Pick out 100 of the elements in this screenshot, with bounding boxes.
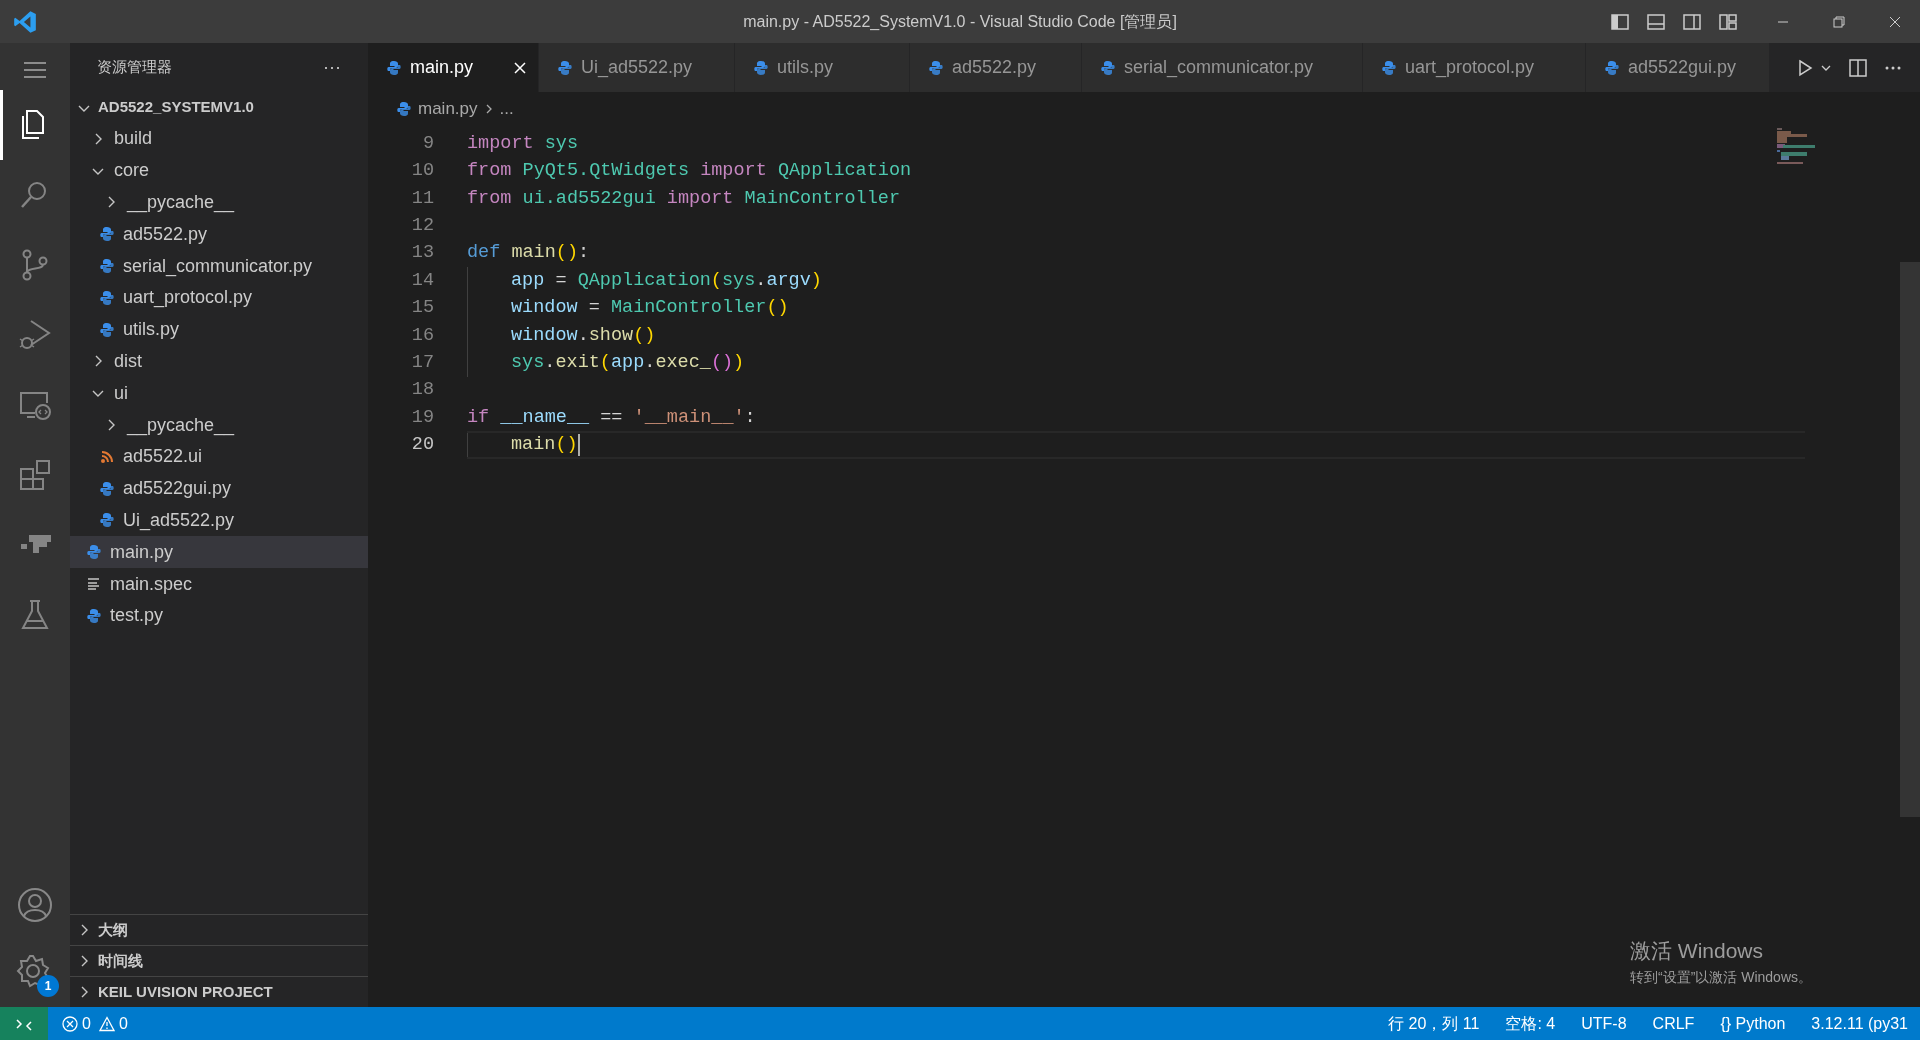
code-line: from ui.ad5522gui import MainController — [467, 186, 900, 211]
window-title: main.py - AD5522_SystemV1.0 - Visual Studio Code [管理员] — [743, 11, 1177, 32]
python-file-icon — [99, 289, 115, 306]
split-editor-icon[interactable] — [1848, 57, 1868, 78]
warning-icon — [98, 1015, 115, 1032]
code-line: if __name__ == '__main__': — [467, 405, 756, 430]
more-actions-icon[interactable] — [1884, 64, 1902, 71]
status-item[interactable]: 空格: 4 — [1505, 1011, 1556, 1036]
python-file-icon — [1381, 59, 1397, 76]
error-icon — [62, 1015, 78, 1032]
settings-icon[interactable] — [15, 953, 51, 989]
editor-tab[interactable]: uart_protocol.py — [1363, 43, 1586, 92]
tree-item[interactable]: __pycache__ — [70, 409, 368, 441]
extensions-icon[interactable] — [17, 457, 53, 493]
panel-header[interactable]: 时间线 — [70, 945, 368, 976]
tree-item[interactable]: ad5522.py — [70, 218, 368, 251]
remote-button[interactable] — [0, 1007, 48, 1040]
python-file-icon — [386, 59, 402, 76]
python-file-icon — [928, 59, 944, 76]
editor-tab[interactable]: Ui_ad5522.py — [539, 43, 735, 92]
status-item[interactable]: UTF-8 — [1581, 1011, 1627, 1036]
editor-tab[interactable]: ad5522.py — [910, 43, 1082, 92]
tree-item[interactable]: Ui_ad5522.py — [70, 504, 368, 537]
tree-item[interactable]: AD5522_SYSTEMV1.0 — [70, 92, 368, 123]
tree-item[interactable]: uart_protocol.py — [70, 282, 368, 314]
code-line: def main(): — [467, 241, 590, 266]
line-number: 15 — [410, 296, 434, 321]
status-item[interactable]: 行 20，列 11 — [1388, 1011, 1480, 1036]
python-file-icon — [1100, 59, 1116, 76]
status-item[interactable]: 3.12.11 (py31 — [1811, 1011, 1908, 1036]
status-item[interactable]: CRLF — [1652, 1011, 1695, 1036]
editor-tab[interactable]: ad5522gui.py — [1586, 43, 1770, 92]
python-file-icon — [99, 226, 115, 243]
tree-item[interactable]: main.py — [70, 536, 368, 569]
python-file-icon — [99, 512, 115, 529]
tree-item[interactable]: serial_communicator.py — [70, 250, 368, 282]
code-line: window.show() — [511, 323, 656, 348]
tree-item[interactable]: core — [70, 154, 368, 187]
python-file-icon — [86, 544, 102, 561]
layout-grid-icon[interactable] — [1718, 11, 1738, 32]
line-number: 16 — [410, 323, 434, 348]
notification-badge: 1 — [37, 975, 59, 997]
python-file-icon — [99, 258, 115, 275]
text-cursor — [577, 434, 580, 456]
line-number: 18 — [410, 378, 434, 403]
tree-item[interactable]: build — [70, 123, 368, 155]
line-number: 13 — [410, 241, 434, 266]
python-file-icon — [99, 321, 115, 338]
code-line: from PyQt5.QtWidgets import QApplication — [467, 159, 912, 184]
python-file-icon — [1604, 59, 1620, 76]
tree-item[interactable]: ad5522gui.py — [70, 472, 368, 505]
rss-file-icon — [99, 448, 115, 465]
panel-layout-icon[interactable] — [1646, 11, 1666, 32]
app-logo-icon — [12, 8, 38, 35]
close-icon[interactable] — [512, 59, 528, 76]
activation-notice-title: 激活 Windows — [1630, 938, 1765, 964]
line-number: 10 — [410, 159, 434, 184]
code-line: main() — [511, 433, 580, 458]
problems-button[interactable]: 0 0 — [62, 1011, 128, 1036]
tree-item[interactable]: dist — [70, 345, 368, 378]
panel-header[interactable]: 大纲 — [70, 914, 368, 945]
tree-item[interactable]: __pycache__ — [70, 186, 368, 219]
tree-item[interactable]: test.py — [70, 599, 368, 632]
editor-tab[interactable]: utils.py — [735, 43, 910, 92]
editor-tab[interactable]: main.py — [368, 43, 539, 92]
activation-notice-text: 转到“设置”以激活 Windows。 — [1630, 967, 1812, 987]
code-line: sys.exit(app.exec_()) — [511, 350, 745, 375]
python-file-icon — [86, 607, 102, 624]
sidebar-layout-icon[interactable] — [1610, 11, 1630, 32]
account-icon[interactable] — [17, 887, 53, 923]
python-file-icon — [753, 59, 769, 76]
restore-icon[interactable] — [1832, 14, 1846, 29]
breadcrumb-item[interactable]: main.py — [418, 95, 478, 122]
close-icon[interactable] — [1888, 14, 1902, 29]
python-file-icon — [557, 59, 573, 76]
sidebar-title: 资源管理器 — [97, 57, 172, 78]
code-line: window = MainController() — [511, 296, 789, 321]
editor-tab[interactable]: serial_communicator.py — [1082, 43, 1363, 92]
secondary-sidebar-icon[interactable] — [1682, 11, 1702, 32]
line-number: 20 — [410, 433, 434, 458]
more-actions-button[interactable]: ··· — [323, 54, 341, 81]
line-number: 9 — [421, 131, 434, 156]
tree-item[interactable]: ad5522.ui — [70, 440, 368, 473]
code-line: app = QApplication(sys.argv) — [511, 268, 822, 293]
line-number: 14 — [410, 268, 434, 293]
line-number: 12 — [410, 214, 434, 238]
tree-item[interactable]: utils.py — [70, 313, 368, 346]
python-file-icon — [99, 480, 115, 497]
status-item[interactable]: {} Python — [1720, 1011, 1786, 1036]
code-line: import sys — [467, 131, 579, 156]
tree-item[interactable]: main.spec — [70, 568, 368, 600]
menu-icon[interactable] — [23, 60, 47, 80]
line-number: 17 — [410, 350, 434, 375]
tree-item[interactable]: ui — [70, 377, 368, 410]
line-number: 11 — [410, 186, 434, 211]
lines-file-icon — [86, 576, 102, 593]
run-icon[interactable] — [1796, 58, 1814, 77]
python-file-icon — [396, 100, 412, 117]
line-number: 19 — [410, 405, 434, 430]
breadcrumb-item[interactable]: ... — [499, 95, 514, 122]
